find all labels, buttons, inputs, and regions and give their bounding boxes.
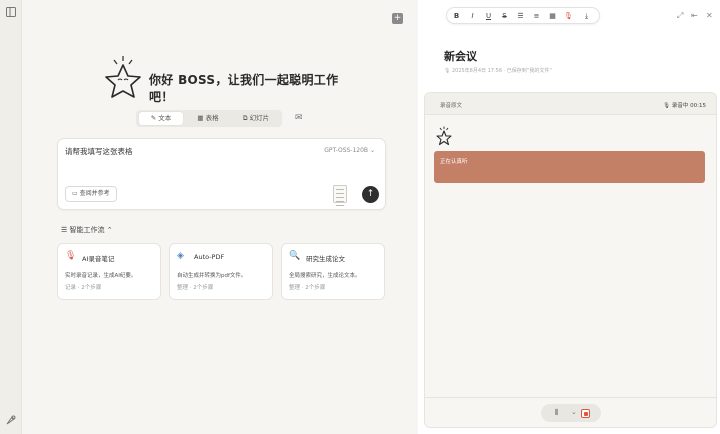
tab-label: 幻灯片 — [249, 114, 270, 122]
card-meta: 记录 · 2个步骤 — [65, 285, 102, 291]
model-selector[interactable]: GPT-OSS-120B ⌄ — [324, 147, 375, 154]
transcript-panel: 录音原文 🎙 录音中 00:15 正在认真听 ⫴ ⌄ — [424, 92, 717, 428]
list-icon: ☰ — [61, 226, 68, 234]
transcript-header: 录音原文 🎙 录音中 00:15 — [425, 93, 716, 115]
card-name: 研究生成论文 — [306, 255, 345, 263]
microphone-icon: 🎙 — [65, 251, 77, 261]
expand-icon[interactable]: ⤢ — [677, 11, 683, 21]
meeting-subtitle-text: 2025年8月4日 17:56 · 已保存到“我的文件” — [451, 68, 552, 74]
mail-icon[interactable]: ✉ — [295, 113, 303, 123]
stop-icon — [583, 411, 588, 416]
download-icon[interactable]: ⤓ — [581, 10, 592, 22]
card-desc: 自动生成并转换为pdf文件。 — [177, 273, 247, 279]
workflows-header[interactable]: ☰ 智能工作流 ⌃ — [61, 225, 113, 235]
bold-button[interactable]: B — [451, 10, 462, 22]
card-name: AI录音笔记 — [82, 255, 115, 263]
new-page-button[interactable]: + — [392, 13, 403, 24]
slides-icon: ⧉ — [242, 114, 248, 122]
recording-controls: ⫴ ⌄ — [425, 397, 716, 427]
composer: 请帮我填写这张表格 GPT-OSS-120B ⌄ ▭ 查阅并参考 ↑ — [57, 138, 386, 210]
hero: 你好 BOSS，让我们一起聪明工作吧！ — [102, 55, 362, 104]
send-button[interactable]: ↑ — [362, 186, 379, 203]
card-desc: 全局搜索研究，生成论文本。 — [289, 273, 361, 279]
tab-label: 表格 — [205, 114, 219, 122]
attach-document-icon[interactable] — [333, 185, 347, 206]
bullet-list-icon[interactable]: ☰ — [515, 10, 526, 22]
transcript-header-label: 录音原文 — [440, 103, 463, 109]
waveform-icon[interactable]: ⫴ — [555, 408, 558, 418]
microphone-icon[interactable]: 🎙 — [563, 10, 574, 22]
main-area: + 你好 BOSS，让我们一起聪明工作吧！ ✎ 文本 ▦ 表格 ⧉ 幻灯片 ✉ … — [22, 0, 418, 434]
sidebar-toggle-icon[interactable] — [5, 6, 17, 18]
recording-timer: 🎙 录音中 00:15 — [663, 103, 706, 109]
strikethrough-button[interactable]: S — [499, 10, 510, 22]
document-search-icon: 🔍 — [289, 251, 301, 261]
timer-value: 00:15 — [690, 103, 706, 109]
star-logo-icon — [105, 56, 141, 98]
workflows-title: 智能工作流 ⌃ — [69, 226, 113, 234]
image-icon: ▭ — [72, 190, 78, 197]
star-mascot-icon — [436, 126, 452, 146]
listening-status: 正在认真听 — [434, 151, 705, 183]
table-icon: ▦ — [197, 114, 204, 122]
listening-text: 正在认真听 — [440, 159, 468, 165]
card-name: Auto-PDF — [194, 253, 225, 261]
workflow-card-research[interactable]: 🔍 研究生成论文 全局搜索研究，生成论文本。 整理 · 2个步骤 — [281, 243, 385, 300]
tab-text[interactable]: ✎ 文本 — [139, 112, 183, 125]
collapse-left-icon[interactable]: ⇤ — [691, 11, 698, 20]
prompt-input[interactable]: 请帮我填写这张表格 — [65, 146, 133, 157]
card-desc: 实时录音记录，生成AI纪要。 — [65, 273, 137, 279]
layers-icon: ◈ — [177, 251, 184, 261]
reference-button[interactable]: ▭ 查阅并参考 — [65, 186, 117, 202]
workflow-card-auto-pdf[interactable]: ◈ Auto-PDF 自动生成并转换为pdf文件。 整理 · 2个步骤 — [169, 243, 273, 300]
italic-button[interactable]: I — [467, 10, 478, 22]
format-toolbar: B I U S ☰ ≡ ▦ 🎙 ⤓ — [446, 7, 600, 24]
tab-label: 文本 — [158, 114, 172, 122]
chevron-down-icon[interactable]: ⌄ — [571, 408, 577, 416]
meeting-title[interactable]: 新会议 — [444, 48, 477, 64]
workflow-card-ai-notes[interactable]: 🎙 AI录音笔记 实时录音记录，生成AI纪要。 记录 · 2个步骤 — [57, 243, 161, 300]
numbered-list-icon[interactable]: ≡ — [531, 10, 542, 22]
microphone-icon: 🎙 — [663, 103, 671, 109]
underline-button[interactable]: U — [483, 10, 494, 22]
recording-control-bar: ⫴ ⌄ — [541, 404, 601, 422]
mode-switcher: ✎ 文本 ▦ 表格 ⧉ 幻灯片 — [136, 110, 282, 127]
card-meta: 整理 · 2个步骤 — [177, 285, 214, 291]
reference-label: 查阅并参考 — [79, 190, 110, 197]
settings-icon[interactable] — [5, 414, 17, 426]
stop-record-button[interactable] — [581, 409, 590, 418]
table-insert-icon[interactable]: ▦ — [547, 10, 558, 22]
pencil-icon: ✎ — [150, 114, 157, 122]
card-meta: 整理 · 2个步骤 — [289, 285, 326, 291]
tab-slides[interactable]: ⧉ 幻灯片 — [233, 112, 279, 125]
greeting-text: 你好 BOSS，让我们一起聪明工作吧！ — [149, 73, 339, 104]
microphone-small-icon: 🎙 — [444, 68, 451, 74]
close-icon[interactable]: ✕ — [706, 11, 713, 20]
left-rail — [0, 0, 22, 434]
tab-table[interactable]: ▦ 表格 — [186, 112, 230, 125]
meeting-subtitle: 🎙 2025年8月4日 17:56 · 已保存到“我的文件” — [444, 67, 552, 74]
